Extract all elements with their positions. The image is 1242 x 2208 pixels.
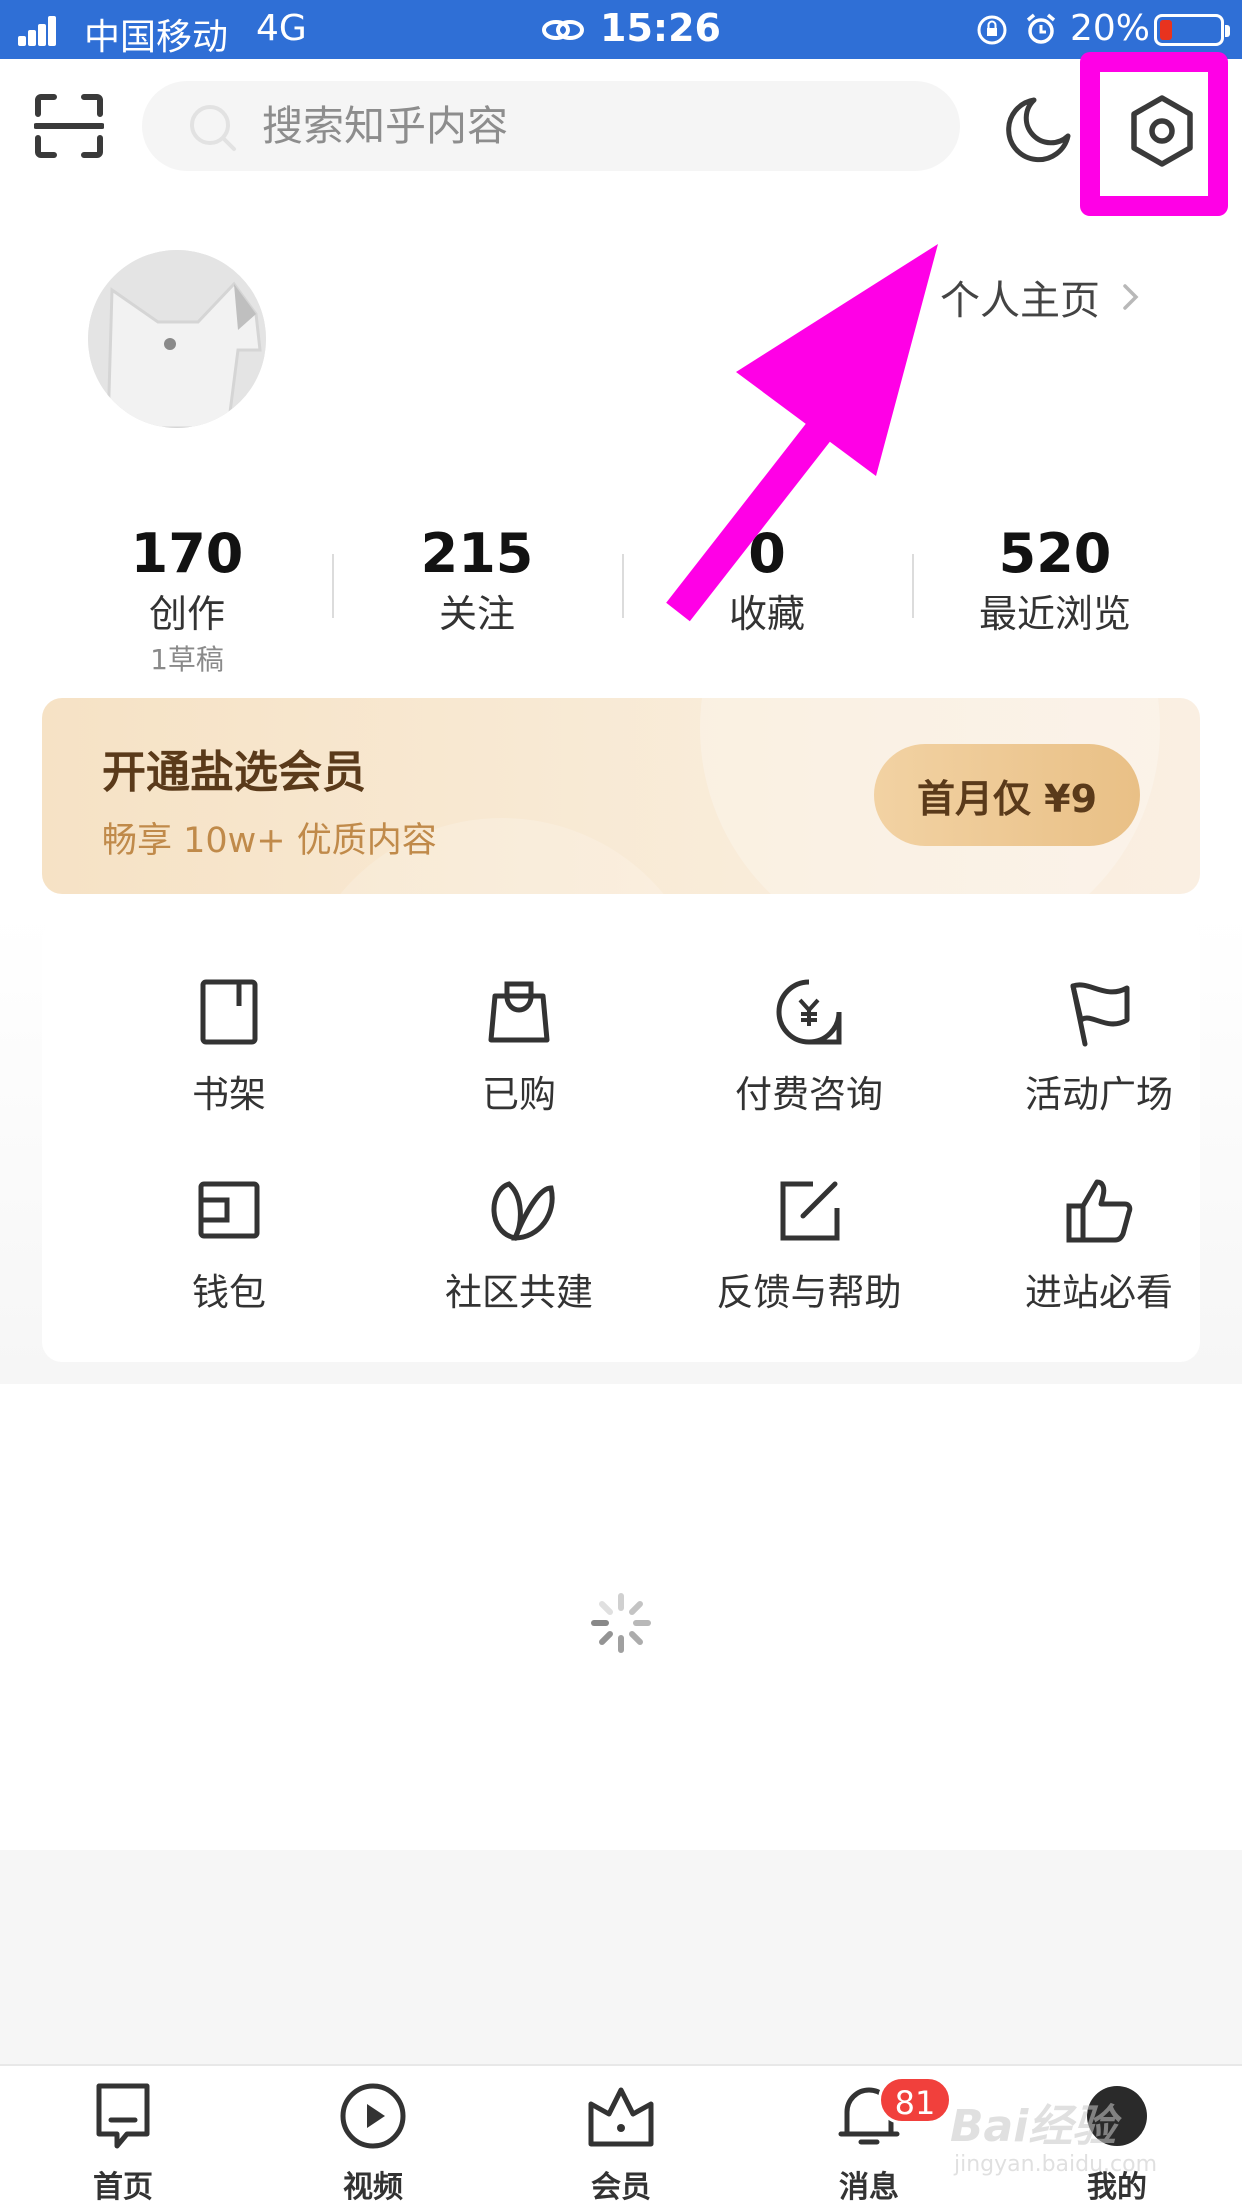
tab-member[interactable]: 会员 (546, 2080, 696, 2208)
battery-icon (1154, 14, 1230, 46)
grid-item-community[interactable]: 社区共建 (394, 1174, 644, 1324)
feed-loading-area (0, 1384, 1242, 1850)
baidu-jingyan-watermark: Bai经验 jingyan.baidu.com (950, 2090, 1190, 2190)
wallet-icon (198, 1181, 260, 1239)
status-time: 15:26 (600, 6, 721, 50)
stat-sub: 1草稿 (150, 643, 224, 676)
stat-following[interactable]: 215 关注 (332, 520, 622, 640)
tab-label: 视频 (343, 2170, 403, 2205)
settings-highlight-frame (1080, 52, 1228, 216)
message-count-badge: 81 (878, 2076, 952, 2124)
grid-item-label: 进站必看 (1025, 1271, 1173, 1314)
stat-favorites[interactable]: 0 收藏 (622, 520, 912, 640)
grid-item-label: 活动广场 (1025, 1073, 1173, 1116)
grid-item-label: 钱包 (192, 1271, 266, 1314)
stat-creations[interactable]: 170 创作 1草稿 (42, 520, 332, 680)
grid-item-purchased[interactable]: 已购 (394, 976, 644, 1126)
edit-feedback-icon (780, 1181, 840, 1241)
stat-label: 关注 (438, 592, 515, 636)
carrier-name: 中国移动 (84, 17, 229, 58)
profile-homepage-link[interactable]: 个人主页 (940, 268, 1140, 326)
grid-item-feedback-help[interactable]: 反馈与帮助 (684, 1174, 934, 1324)
loading-spinner-icon (591, 1593, 651, 1653)
crown-icon (588, 2087, 654, 2147)
flag-icon (1070, 982, 1130, 1047)
zhihu-profile-page: 中国移动 4G 15:26 20% 搜索知乎内容 个人主页 170 创作 1草稿… (0, 0, 1242, 2208)
bookshelf-icon (200, 979, 258, 1045)
scan-icon[interactable] (34, 94, 104, 158)
profile-homepage-label: 个人主页 (940, 278, 1100, 324)
grid-item-label: 已购 (482, 1073, 556, 1116)
tab-home[interactable]: 首页 (48, 2080, 198, 2208)
grid-item-activity-square[interactable]: 活动广场 (974, 976, 1224, 1126)
signal-strength-icon (18, 16, 58, 46)
grid-item-label: 付费咨询 (735, 1073, 883, 1116)
stat-recent-views[interactable]: 520 最近浏览 (910, 520, 1200, 640)
search-icon (190, 105, 236, 151)
battery-percent: 20% (1070, 8, 1151, 49)
watermark-url: jingyan.baidu.com (954, 2152, 1158, 2177)
stat-value: 215 (420, 522, 534, 585)
stats-row: 170 创作 1草稿 215 关注 0 收藏 520 最近浏览 (42, 520, 1200, 690)
watermark-brand: Bai经验 (950, 2101, 1117, 2152)
stat-value: 0 (748, 522, 786, 585)
grid-item-label: 反馈与帮助 (716, 1271, 902, 1314)
video-play-icon (340, 2083, 406, 2149)
grid-item-must-read[interactable]: 进站必看 (974, 1174, 1224, 1324)
moon-icon[interactable] (1004, 94, 1074, 164)
battery-level (1160, 20, 1172, 40)
search-bar[interactable] (142, 81, 960, 171)
tab-label: 首页 (93, 2170, 153, 2205)
stat-value: 170 (130, 522, 244, 585)
feature-grid: 书架 已购 付费咨询 活动广场 钱包 社区共建 反馈与帮助 进站必看 (42, 920, 1200, 1362)
grid-item-label: 书架 (192, 1073, 266, 1116)
network-type: 4G (256, 8, 307, 49)
avatar[interactable] (88, 250, 266, 428)
tab-video[interactable]: 视频 (298, 2080, 448, 2208)
alarm-icon (1026, 13, 1056, 44)
link-icon (542, 20, 584, 40)
grid-item-wallet[interactable]: 钱包 (104, 1174, 354, 1324)
vip-title: 开通盐选会员 (102, 747, 366, 798)
vip-first-month-button[interactable]: 首月仅 ¥9 (874, 744, 1140, 846)
chevron-right-icon (1123, 284, 1139, 310)
vip-banner[interactable]: 开通盐选会员 畅享 10w+ 优质内容 首月仅 ¥9 (42, 698, 1200, 894)
home-icon (96, 2083, 150, 2149)
stat-label: 创作 (148, 592, 225, 636)
default-avatar-dog-icon (88, 250, 266, 428)
shopping-bag-icon (488, 981, 550, 1043)
grid-item-bookshelf[interactable]: 书架 (104, 976, 354, 1126)
tab-label: 会员 (591, 2170, 651, 2205)
rotation-lock-icon (977, 15, 1007, 45)
thumbs-up-icon (1066, 1179, 1133, 1243)
vip-subtitle: 畅享 10w+ 优质内容 (102, 821, 437, 861)
blank-area (0, 1850, 1242, 2064)
tab-label: 消息 (839, 2170, 899, 2205)
leaves-icon (491, 1181, 555, 1241)
stat-label: 最近浏览 (978, 592, 1131, 636)
status-bar: 中国移动 4G 15:26 20% (0, 0, 1242, 59)
grid-item-label: 社区共建 (445, 1271, 593, 1314)
paid-consult-icon (776, 979, 842, 1045)
grid-item-paid-consult[interactable]: 付费咨询 (684, 976, 934, 1126)
search-input[interactable] (262, 97, 882, 155)
stat-value: 520 (998, 522, 1112, 585)
stat-label: 收藏 (728, 592, 805, 636)
